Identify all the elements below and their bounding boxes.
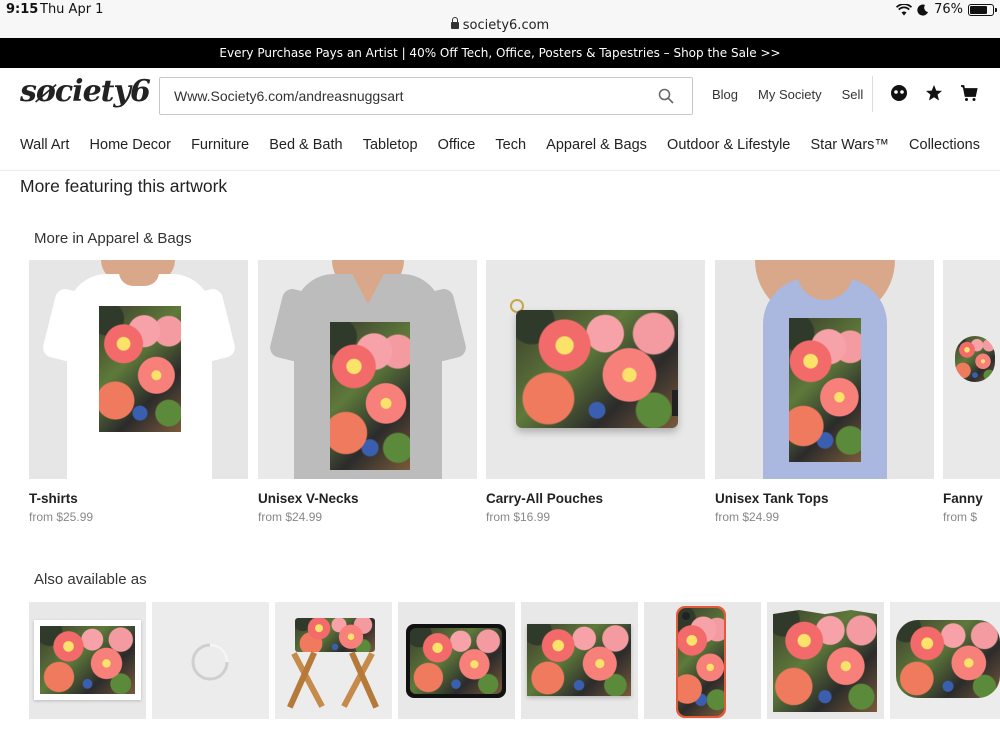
product-name[interactable]: T-shirts [29,491,248,506]
product-carousel: T-shirts from $25.99 Unisex V-Necks from… [29,260,1000,530]
header-links: Blog My Society Sell [712,87,863,102]
product-image-tshirt[interactable] [29,260,248,479]
thumb-art-print[interactable] [29,602,146,719]
account-icon[interactable] [890,84,908,102]
product-name[interactable]: Unisex Tank Tops [715,491,934,506]
search-input[interactable] [160,78,640,114]
product-price: from $24.99 [715,510,780,524]
search-box[interactable] [159,77,693,115]
nav-tech[interactable]: Tech [495,124,526,166]
thumb-loading[interactable] [152,602,269,719]
nav-wall-art[interactable]: Wall Art [20,124,69,166]
moon-icon [917,4,929,16]
thumb-desk-mat[interactable] [521,602,638,719]
battery-percent: 76% [934,2,963,17]
product-card[interactable]: Unisex Tank Tops from $24.99 [715,260,934,524]
product-card[interactable]: Carry-All Pouches from $16.99 [486,260,705,524]
battery-icon [968,3,997,16]
status-right: 76% [896,2,997,17]
product-price: from $24.99 [258,510,323,524]
promo-banner[interactable]: Every Purchase Pays an Artist | 40% Off … [0,38,1000,68]
star-icon[interactable] [925,84,943,102]
blog-link[interactable]: Blog [712,87,738,102]
search-icon[interactable] [658,88,674,104]
header-divider [872,76,873,112]
also-available-title: Also available as [34,571,147,588]
product-price: from $ [943,510,978,524]
product-card[interactable]: T-shirts from $25.99 [29,260,248,524]
product-card[interactable]: Unisex V-Necks from $24.99 [258,260,477,524]
nav-apparel-bags[interactable]: Apparel & Bags [546,124,647,166]
product-name[interactable]: Carry-All Pouches [486,491,705,506]
nav-furniture[interactable]: Furniture [191,124,249,166]
nav-outdoor-lifestyle[interactable]: Outdoor & Lifestyle [667,124,790,166]
thumb-folding-stool[interactable] [275,602,392,719]
promo-text: Every Purchase Pays an Artist | 40% Off … [219,46,781,60]
nav-bed-bath[interactable]: Bed & Bath [269,124,342,166]
product-image-fanny-pack[interactable] [943,260,1000,479]
status-date: Thu Apr 1 [40,2,104,17]
thumb-phone-case[interactable] [644,602,761,719]
thumb-laptop-sleeve[interactable] [398,602,515,719]
also-available-row [29,602,1000,719]
address-url: society6.com [462,18,550,33]
product-image-pouch[interactable] [486,260,705,479]
thumb-pillow[interactable] [890,602,1000,719]
category-nav: Wall Art Home Decor Furniture Bed & Bath… [0,124,1000,171]
lock-icon [450,17,459,29]
loading-spinner-icon [191,643,229,681]
product-card[interactable]: Fanny from $ [943,260,1000,524]
site-header: søciety6 Blog My Society Sell [0,68,1000,124]
product-name[interactable]: Unisex V-Necks [258,491,477,506]
nav-collections[interactable]: Collections [909,124,980,166]
product-image-vneck[interactable] [258,260,477,479]
product-name[interactable]: Fanny [943,491,1000,506]
product-price: from $25.99 [29,510,94,524]
wifi-icon [896,3,913,15]
logo[interactable]: søciety6 [20,74,151,109]
thumb-tapestry[interactable] [767,602,884,719]
product-price: from $16.99 [486,510,551,524]
my-society-link[interactable]: My Society [758,87,822,102]
status-time: 9:15 [6,2,39,17]
apparel-section-title: More in Apparel & Bags [34,230,192,247]
section-title: More featuring this artwork [20,176,228,196]
nav-home-decor[interactable]: Home Decor [90,124,171,166]
nav-star-wars[interactable]: Star Wars™ [811,124,889,166]
cart-icon[interactable] [960,84,978,102]
nav-tabletop[interactable]: Tabletop [363,124,418,166]
product-image-tank[interactable] [715,260,934,479]
address-bar[interactable]: society6.com [0,17,1000,33]
status-bar: 9:15 Thu Apr 1 society6.com 76% [0,0,1000,38]
nav-office[interactable]: Office [438,124,476,166]
sell-link[interactable]: Sell [842,87,864,102]
